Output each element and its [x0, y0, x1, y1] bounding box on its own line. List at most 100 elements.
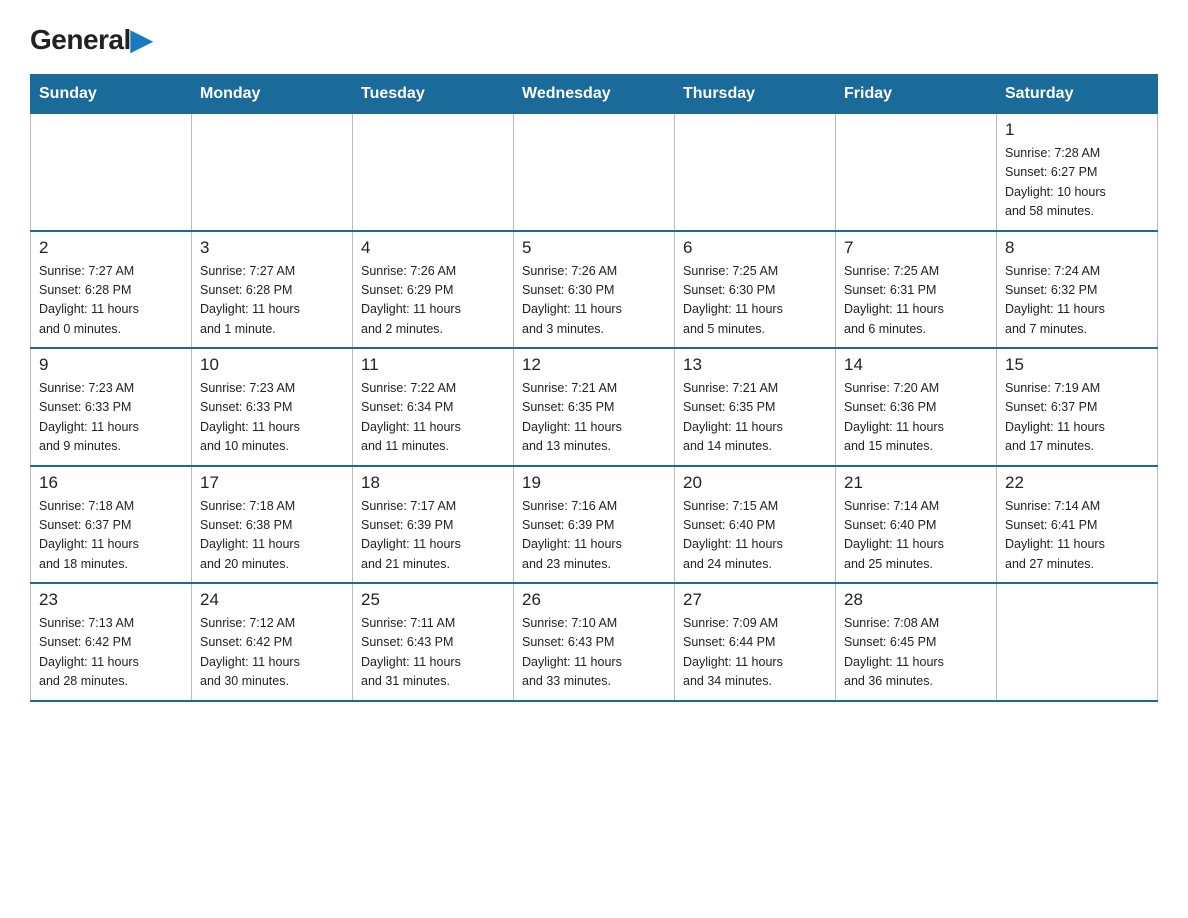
calendar-cell: 24 Sunrise: 7:12 AMSunset: 6:42 PMDayligh…	[192, 583, 353, 701]
day-info: Sunrise: 7:10 AMSunset: 6:43 PMDaylight:…	[522, 614, 666, 692]
day-info: Sunrise: 7:25 AMSunset: 6:30 PMDaylight:…	[683, 262, 827, 340]
calendar-cell: 15 Sunrise: 7:19 AMSunset: 6:37 PMDayligh…	[997, 348, 1158, 466]
day-number: 2	[39, 238, 183, 258]
day-info: Sunrise: 7:23 AMSunset: 6:33 PMDaylight:…	[39, 379, 183, 457]
day-info: Sunrise: 7:23 AMSunset: 6:33 PMDaylight:…	[200, 379, 344, 457]
day-info: Sunrise: 7:17 AMSunset: 6:39 PMDaylight:…	[361, 497, 505, 575]
col-wednesday: Wednesday	[514, 75, 675, 114]
col-tuesday: Tuesday	[353, 75, 514, 114]
page-header: General▶	[30, 20, 1158, 56]
day-info: Sunrise: 7:26 AMSunset: 6:30 PMDaylight:…	[522, 262, 666, 340]
logo-general-text: General▶	[30, 26, 152, 54]
calendar-cell: 16 Sunrise: 7:18 AMSunset: 6:37 PMDayligh…	[31, 466, 192, 584]
day-info: Sunrise: 7:26 AMSunset: 6:29 PMDaylight:…	[361, 262, 505, 340]
calendar-cell: 13 Sunrise: 7:21 AMSunset: 6:35 PMDayligh…	[675, 348, 836, 466]
day-info: Sunrise: 7:14 AMSunset: 6:40 PMDaylight:…	[844, 497, 988, 575]
calendar-cell	[353, 114, 514, 231]
day-info: Sunrise: 7:18 AMSunset: 6:37 PMDaylight:…	[39, 497, 183, 575]
day-info: Sunrise: 7:16 AMSunset: 6:39 PMDaylight:…	[522, 497, 666, 575]
calendar-cell	[836, 114, 997, 231]
day-number: 12	[522, 355, 666, 375]
calendar-week-row: 16 Sunrise: 7:18 AMSunset: 6:37 PMDayligh…	[31, 466, 1158, 584]
day-info: Sunrise: 7:12 AMSunset: 6:42 PMDaylight:…	[200, 614, 344, 692]
day-info: Sunrise: 7:18 AMSunset: 6:38 PMDaylight:…	[200, 497, 344, 575]
day-number: 19	[522, 473, 666, 493]
calendar-cell: 22 Sunrise: 7:14 AMSunset: 6:41 PMDayligh…	[997, 466, 1158, 584]
day-number: 6	[683, 238, 827, 258]
day-number: 20	[683, 473, 827, 493]
logo-triangle-icon: ▶	[131, 24, 152, 55]
day-number: 18	[361, 473, 505, 493]
day-number: 10	[200, 355, 344, 375]
calendar-cell: 1 Sunrise: 7:28 AMSunset: 6:27 PMDaylight…	[997, 114, 1158, 231]
calendar-cell: 18 Sunrise: 7:17 AMSunset: 6:39 PMDayligh…	[353, 466, 514, 584]
day-info: Sunrise: 7:28 AMSunset: 6:27 PMDaylight:…	[1005, 144, 1149, 222]
col-thursday: Thursday	[675, 75, 836, 114]
calendar-cell: 9 Sunrise: 7:23 AMSunset: 6:33 PMDaylight…	[31, 348, 192, 466]
day-info: Sunrise: 7:08 AMSunset: 6:45 PMDaylight:…	[844, 614, 988, 692]
calendar-cell: 3 Sunrise: 7:27 AMSunset: 6:28 PMDaylight…	[192, 231, 353, 349]
day-number: 1	[1005, 120, 1149, 140]
calendar-cell: 21 Sunrise: 7:14 AMSunset: 6:40 PMDayligh…	[836, 466, 997, 584]
col-monday: Monday	[192, 75, 353, 114]
day-number: 23	[39, 590, 183, 610]
day-info: Sunrise: 7:24 AMSunset: 6:32 PMDaylight:…	[1005, 262, 1149, 340]
day-number: 24	[200, 590, 344, 610]
calendar-cell: 4 Sunrise: 7:26 AMSunset: 6:29 PMDaylight…	[353, 231, 514, 349]
day-info: Sunrise: 7:20 AMSunset: 6:36 PMDaylight:…	[844, 379, 988, 457]
calendar-cell	[192, 114, 353, 231]
day-info: Sunrise: 7:27 AMSunset: 6:28 PMDaylight:…	[200, 262, 344, 340]
calendar-cell	[997, 583, 1158, 701]
day-info: Sunrise: 7:11 AMSunset: 6:43 PMDaylight:…	[361, 614, 505, 692]
calendar-cell: 11 Sunrise: 7:22 AMSunset: 6:34 PMDayligh…	[353, 348, 514, 466]
day-info: Sunrise: 7:15 AMSunset: 6:40 PMDaylight:…	[683, 497, 827, 575]
calendar-cell: 20 Sunrise: 7:15 AMSunset: 6:40 PMDayligh…	[675, 466, 836, 584]
calendar-cell: 23 Sunrise: 7:13 AMSunset: 6:42 PMDayligh…	[31, 583, 192, 701]
logo: General▶	[30, 20, 152, 56]
calendar-cell: 10 Sunrise: 7:23 AMSunset: 6:33 PMDayligh…	[192, 348, 353, 466]
col-sunday: Sunday	[31, 75, 192, 114]
calendar-cell: 6 Sunrise: 7:25 AMSunset: 6:30 PMDaylight…	[675, 231, 836, 349]
day-number: 22	[1005, 473, 1149, 493]
day-number: 26	[522, 590, 666, 610]
day-info: Sunrise: 7:22 AMSunset: 6:34 PMDaylight:…	[361, 379, 505, 457]
day-info: Sunrise: 7:14 AMSunset: 6:41 PMDaylight:…	[1005, 497, 1149, 575]
calendar-cell: 25 Sunrise: 7:11 AMSunset: 6:43 PMDayligh…	[353, 583, 514, 701]
day-number: 5	[522, 238, 666, 258]
day-number: 9	[39, 355, 183, 375]
day-info: Sunrise: 7:13 AMSunset: 6:42 PMDaylight:…	[39, 614, 183, 692]
day-number: 13	[683, 355, 827, 375]
day-number: 8	[1005, 238, 1149, 258]
calendar-cell	[31, 114, 192, 231]
day-number: 4	[361, 238, 505, 258]
calendar-cell: 19 Sunrise: 7:16 AMSunset: 6:39 PMDayligh…	[514, 466, 675, 584]
day-number: 11	[361, 355, 505, 375]
calendar-cell: 14 Sunrise: 7:20 AMSunset: 6:36 PMDayligh…	[836, 348, 997, 466]
day-number: 17	[200, 473, 344, 493]
day-number: 21	[844, 473, 988, 493]
col-saturday: Saturday	[997, 75, 1158, 114]
calendar-cell: 27Sunrise: 7:09 AMSunset: 6:44 PMDayligh…	[675, 583, 836, 701]
col-friday: Friday	[836, 75, 997, 114]
day-info: Sunrise: 7:09 AMSunset: 6:44 PMDaylight:…	[683, 614, 827, 692]
day-number: 14	[844, 355, 988, 375]
day-info: Sunrise: 7:19 AMSunset: 6:37 PMDaylight:…	[1005, 379, 1149, 457]
day-number: 15	[1005, 355, 1149, 375]
day-info: Sunrise: 7:21 AMSunset: 6:35 PMDaylight:…	[683, 379, 827, 457]
calendar-cell: 2Sunrise: 7:27 AMSunset: 6:28 PMDaylight…	[31, 231, 192, 349]
day-number: 16	[39, 473, 183, 493]
day-number: 3	[200, 238, 344, 258]
calendar-body: 1 Sunrise: 7:28 AMSunset: 6:27 PMDaylight…	[31, 114, 1158, 701]
calendar-header-row: Sunday Monday Tuesday Wednesday Thursday…	[31, 75, 1158, 114]
calendar-cell: 26 Sunrise: 7:10 AMSunset: 6:43 PMDayligh…	[514, 583, 675, 701]
day-number: 28	[844, 590, 988, 610]
calendar-cell	[675, 114, 836, 231]
calendar-cell	[514, 114, 675, 231]
day-number: 25	[361, 590, 505, 610]
calendar-week-row: 1 Sunrise: 7:28 AMSunset: 6:27 PMDaylight…	[31, 114, 1158, 231]
calendar-week-row: 23 Sunrise: 7:13 AMSunset: 6:42 PMDayligh…	[31, 583, 1158, 701]
calendar-table: Sunday Monday Tuesday Wednesday Thursday…	[30, 74, 1158, 702]
day-info: Sunrise: 7:21 AMSunset: 6:35 PMDaylight:…	[522, 379, 666, 457]
calendar-week-row: 2 Sunrise: 7:27 AMSunset: 6:28 PMDaylight…	[31, 231, 1158, 349]
calendar-cell: 8 Sunrise: 7:24 AMSunset: 6:32 PMDaylight…	[997, 231, 1158, 349]
